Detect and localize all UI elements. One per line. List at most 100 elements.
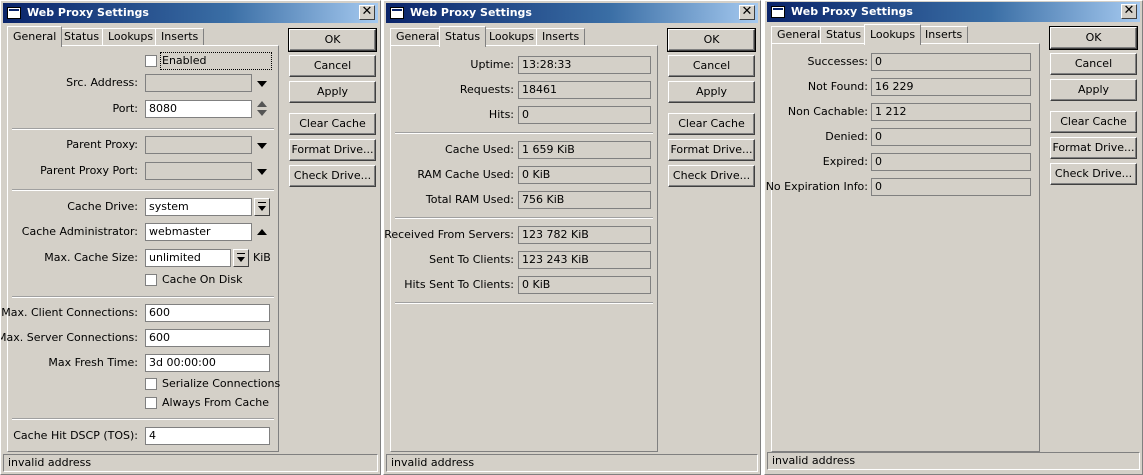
max-client-conn-label: Max. Client Connections: [1,306,138,319]
clear-cache-button[interactable]: Clear Cache [1050,111,1137,133]
uptime-label: Uptime: [470,58,514,71]
cache-drive-select[interactable]: system [145,198,252,216]
chevron-down-icon[interactable] [257,143,267,149]
title-bar[interactable]: Web Proxy Settings ✕ [386,3,758,23]
dropdown-icon[interactable] [254,198,270,216]
format-drive-button[interactable]: Format Drive... [1050,137,1137,159]
enabled-label: Enabled [160,52,272,70]
src-address-input[interactable] [145,74,252,92]
window-general: Web Proxy Settings ✕ General Status Look… [0,0,381,475]
ok-button[interactable]: OK [1049,26,1138,50]
max-server-conn-input[interactable]: 600 [145,329,270,347]
title-bar[interactable]: Web Proxy Settings ✕ [767,2,1140,22]
port-input[interactable]: 8080 [145,100,252,118]
tab-lookups[interactable]: Lookups [864,24,922,45]
ok-button[interactable]: OK [667,28,756,52]
dropdown-icon[interactable] [233,249,249,267]
total-ram-used-label: Total RAM Used: [425,193,514,206]
parent-proxy-port-label: Parent Proxy Port: [40,164,138,177]
window-icon [390,7,404,19]
close-icon[interactable]: ✕ [1121,4,1137,19]
cache-on-disk-label: Cache On Disk [162,273,243,286]
src-address-label: Src. Address: [66,76,138,89]
window-status: Web Proxy Settings ✕ General Status Look… [383,0,761,475]
tab-general[interactable]: General [7,26,63,47]
tab-status[interactable]: Status [820,26,868,44]
apply-button[interactable]: Apply [1050,79,1137,101]
window-title: Web Proxy Settings [27,6,149,19]
parent-proxy-port-input[interactable] [145,162,252,180]
status-bar: invalid address [3,454,378,472]
window-title: Web Proxy Settings [410,6,532,19]
serialize-conn-checkbox[interactable] [145,378,157,390]
ram-cache-used-value: 0 KiB [518,166,651,184]
port-label: Port: [112,102,138,115]
port-spinner-icon[interactable] [256,100,268,118]
chevron-down-icon[interactable] [257,169,267,175]
check-drive-button[interactable]: Check Drive... [1050,163,1137,185]
close-icon[interactable]: ✕ [359,5,375,20]
separator [395,132,653,134]
max-fresh-time-input[interactable]: 3d 00:00:00 [145,354,270,372]
title-bar[interactable]: Web Proxy Settings ✕ [3,3,378,23]
cache-on-disk-checkbox[interactable] [145,274,157,286]
check-drive-button[interactable]: Check Drive... [289,165,376,187]
apply-button[interactable]: Apply [289,81,376,103]
max-cache-size-label: Max. Cache Size: [44,251,138,264]
cancel-button[interactable]: Cancel [1050,53,1137,75]
close-icon[interactable]: ✕ [739,5,755,20]
chevron-up-icon[interactable] [257,229,267,235]
max-cache-size-select[interactable]: unlimited [145,249,231,267]
hits-sent-to-clients-value: 0 KiB [518,276,651,294]
always-from-cache-label: Always From Cache [162,396,270,409]
status-panel: Uptime: 13:28:33 Requests: 18461 Hits: 0… [384,45,658,452]
check-drive-button[interactable]: Check Drive... [668,165,755,187]
parent-proxy-input[interactable] [145,136,252,154]
cache-admin-label: Cache Administrator: [21,225,138,238]
received-from-servers-value: 123 782 KiB [518,226,651,244]
cache-admin-input[interactable]: webmaster [145,223,252,241]
expired-label: Expired: [822,155,868,168]
format-drive-button[interactable]: Format Drive... [289,139,376,161]
denied-label: Denied: [825,130,868,143]
general-panel: Enabled Src. Address: Port: 8080 Parent … [1,45,280,452]
no-expiration-value: 0 [871,178,1031,196]
ok-button[interactable]: OK [288,28,377,52]
total-ram-used-value: 756 KiB [518,191,651,209]
cache-used-label: Cache Used: [445,143,514,156]
kib-unit-label: KiB [253,251,271,264]
format-drive-button[interactable]: Format Drive... [668,139,755,161]
tab-inserts[interactable]: Inserts [536,28,586,46]
tab-status[interactable]: Status [58,28,106,46]
tab-inserts[interactable]: Inserts [919,26,969,44]
chevron-down-icon[interactable] [257,81,267,87]
enabled-checkbox[interactable] [145,55,157,67]
cancel-button[interactable]: Cancel [668,55,755,77]
denied-value: 0 [871,128,1031,146]
separator [12,128,274,130]
separator [12,189,274,191]
tab-general[interactable]: General [390,28,446,46]
uptime-value: 13:28:33 [518,56,651,74]
cancel-button[interactable]: Cancel [289,55,376,77]
max-client-conn-input[interactable]: 600 [145,304,270,322]
clear-cache-button[interactable]: Clear Cache [668,113,755,135]
tab-inserts[interactable]: Inserts [155,28,205,46]
cache-hit-dscp-input[interactable]: 4 [145,427,270,445]
cache-drive-label: Cache Drive: [67,200,138,213]
tab-general[interactable]: General [771,26,827,44]
separator [395,302,653,304]
tab-lookups[interactable]: Lookups [483,28,541,46]
no-expiration-label: No Expiration Info: [765,180,868,193]
clear-cache-button[interactable]: Clear Cache [289,113,376,135]
non-cachable-label: Non Cachable: [787,105,868,118]
separator [12,296,274,298]
always-from-cache-checkbox[interactable] [145,397,157,409]
tab-lookups[interactable]: Lookups [102,28,160,46]
max-server-conn-label: Max. Server Connections: [0,331,138,344]
status-bar: invalid address [386,454,758,472]
tab-status[interactable]: Status [439,26,487,47]
apply-button[interactable]: Apply [668,81,755,103]
window-title: Web Proxy Settings [791,5,913,18]
sent-to-clients-value: 123 243 KiB [518,251,651,269]
